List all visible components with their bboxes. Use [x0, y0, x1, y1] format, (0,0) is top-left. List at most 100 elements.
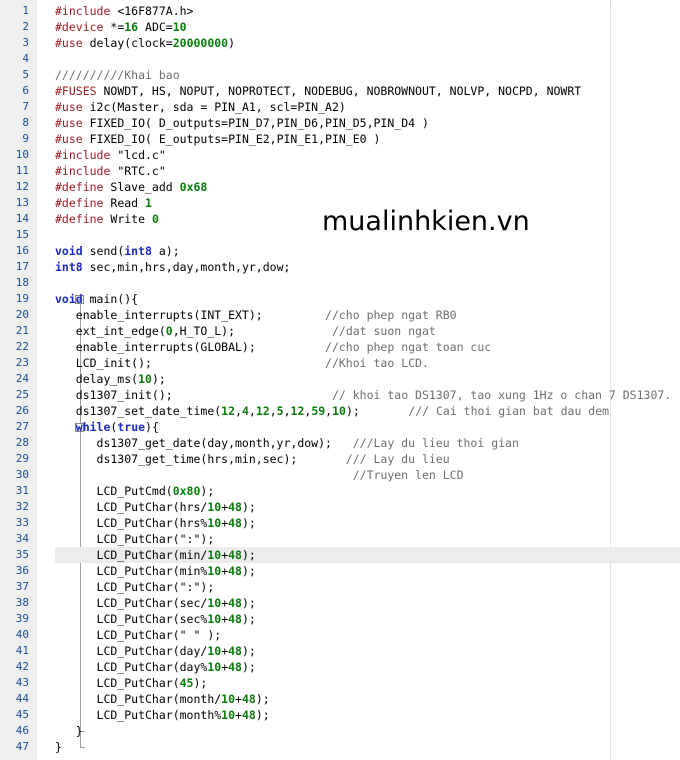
code-line[interactable]: LCD_PutChar(min/10+48);: [55, 547, 256, 563]
code-line[interactable]: ds1307_get_date(day,month,yr,dow); ///La…: [55, 435, 519, 451]
code-line[interactable]: #FUSES NOWDT, HS, NOPUT, NOPROTECT, NODE…: [55, 83, 581, 99]
code-token: ,: [248, 404, 256, 418]
code-token: 48: [228, 548, 242, 562]
code-line[interactable]: }: [55, 739, 62, 755]
code-token: 10: [221, 708, 236, 722]
line-number: 40: [15, 628, 29, 641]
code-line[interactable]: enable_interrupts(INT_EXT); //cho phep n…: [55, 307, 457, 323]
code-line[interactable]: delay_ms(10);: [55, 371, 166, 387]
code-token: 10: [172, 20, 187, 34]
code-line[interactable]: LCD_PutChar(day%10+48);: [55, 659, 256, 675]
code-line[interactable]: #define Slave_add 0x68: [55, 179, 207, 195]
code-line[interactable]: #use FIXED_IO( E_outputs=PIN_E2,PIN_E1,P…: [55, 131, 380, 147]
code-line[interactable]: LCD_PutChar(min%10+48);: [55, 563, 256, 579]
code-line[interactable]: LCD_PutChar(sec%10+48);: [55, 611, 256, 627]
code-token: 48: [228, 564, 242, 578]
code-line[interactable]: LCD_PutChar(month%10+48);: [55, 707, 270, 723]
code-token: );: [241, 564, 256, 578]
right-margin-guide: [610, 0, 611, 760]
code-line[interactable]: LCD_PutChar(day/10+48);: [55, 643, 256, 659]
code-token: 10: [207, 612, 222, 626]
code-line[interactable]: while(true){: [55, 419, 159, 435]
code-token: 48: [241, 708, 256, 722]
code-token: #use: [55, 100, 83, 114]
code-token: int8: [55, 260, 83, 274]
code-token: 10: [207, 644, 222, 658]
code-line[interactable]: #device *=16 ADC=10: [55, 19, 187, 35]
code-line[interactable]: ds1307_set_date_time(12,4,12,5,12,59,10)…: [55, 403, 609, 419]
line-number: 3: [22, 36, 29, 49]
code-token: LCD_PutChar(day%: [55, 660, 208, 674]
code-line[interactable]: #define Read 1: [55, 195, 152, 211]
code-token: LCD_PutChar(hrs%: [55, 516, 208, 530]
code-line[interactable]: void main(){: [55, 291, 138, 307]
code-token: ds1307_get_date(day,month,yr,dow);: [55, 436, 353, 450]
code-token: 59: [311, 404, 326, 418]
code-line[interactable]: LCD_init(); //Khoi tao LCD.: [55, 355, 429, 371]
code-line[interactable]: LCD_PutChar(":");: [55, 531, 215, 547]
line-number: 42: [15, 660, 29, 673]
code-token: LCD_init();: [55, 356, 326, 370]
code-token: +: [235, 708, 242, 722]
line-number: 16: [15, 244, 29, 257]
code-token: delay_ms(: [55, 372, 139, 386]
code-line[interactable]: }: [55, 723, 83, 739]
code-line[interactable]: LCD_PutChar(sec/10+48);: [55, 595, 256, 611]
code-line[interactable]: //Truyen len LCD: [55, 467, 464, 483]
line-number: 21: [15, 324, 29, 337]
code-line[interactable]: ext_int_edge(0,H_TO_L); //dat suon ngat: [55, 323, 436, 339]
code-token: #include: [55, 164, 111, 178]
code-line[interactable]: int8 sec,min,hrs,day,month,yr,dow;: [55, 259, 290, 275]
line-number: 26: [15, 404, 29, 417]
code-token: 10: [207, 548, 222, 562]
code-token: void: [55, 292, 83, 306]
code-token: ,H_TO_L);: [172, 324, 332, 338]
line-number: 12: [15, 180, 29, 193]
code-token: #define: [55, 212, 104, 226]
code-line[interactable]: enable_interrupts(GLOBAL); //cho phep ng…: [55, 339, 491, 355]
code-token: /// Lay du lieu: [345, 452, 450, 466]
code-line[interactable]: #define Write 0: [55, 211, 159, 227]
code-line[interactable]: ds1307_get_time(hrs,min,sec); /// Lay du…: [55, 451, 450, 467]
line-number: 7: [22, 100, 29, 113]
code-token: #include: [55, 4, 111, 18]
code-line[interactable]: #use FIXED_IO( D_outputs=PIN_D7,PIN_D6,P…: [55, 115, 429, 131]
code-line[interactable]: #include "lcd.c": [55, 147, 166, 163]
code-token: );: [241, 596, 256, 610]
code-token: );: [241, 516, 256, 530]
code-token: 48: [228, 660, 242, 674]
code-token: 5: [276, 404, 284, 418]
code-line[interactable]: LCD_PutChar(hrs%10+48);: [55, 515, 256, 531]
code-line[interactable]: void send(int8 a);: [55, 243, 180, 259]
line-number: 33: [15, 516, 29, 529]
code-line[interactable]: LCD_PutChar(" " );: [55, 627, 222, 643]
code-line[interactable]: #include <16F877A.h>: [55, 3, 193, 19]
code-line[interactable]: ds1307_init(); // khoi tao DS1307, tao x…: [55, 387, 671, 403]
code-line[interactable]: //////////Khai bao: [55, 67, 180, 83]
code-line[interactable]: LCD_PutChar(month/10+48);: [55, 691, 270, 707]
line-number: 32: [15, 500, 29, 513]
code-line[interactable]: LCD_PutChar(45);: [55, 675, 208, 691]
code-token: int8: [124, 244, 152, 258]
code-line[interactable]: #include "RTC.c": [55, 163, 166, 179]
line-number: 10: [15, 148, 29, 161]
line-number: 18: [15, 276, 29, 289]
code-line[interactable]: #use i2c(Master, sda = PIN_A1, scl=PIN_A…: [55, 99, 346, 115]
code-token: void: [55, 244, 83, 258]
line-number: 4: [22, 52, 29, 65]
line-number: 13: [15, 196, 29, 209]
fold-margin: − −: [37, 0, 85, 760]
code-token: 10: [332, 404, 346, 418]
code-line[interactable]: LCD_PutCmd(0x80);: [55, 483, 215, 499]
line-number: 22: [15, 340, 29, 353]
code-token: 10: [207, 516, 222, 530]
code-line[interactable]: LCD_PutChar(hrs/10+48);: [55, 499, 256, 515]
code-line[interactable]: LCD_PutChar(":");: [55, 579, 215, 595]
code-token: 10: [207, 564, 222, 578]
code-line[interactable]: #use delay(clock=20000000): [55, 35, 235, 51]
code-token: );: [241, 612, 256, 626]
code-token: );: [255, 708, 270, 722]
line-number: 14: [15, 212, 29, 225]
line-number: 29: [15, 452, 29, 465]
